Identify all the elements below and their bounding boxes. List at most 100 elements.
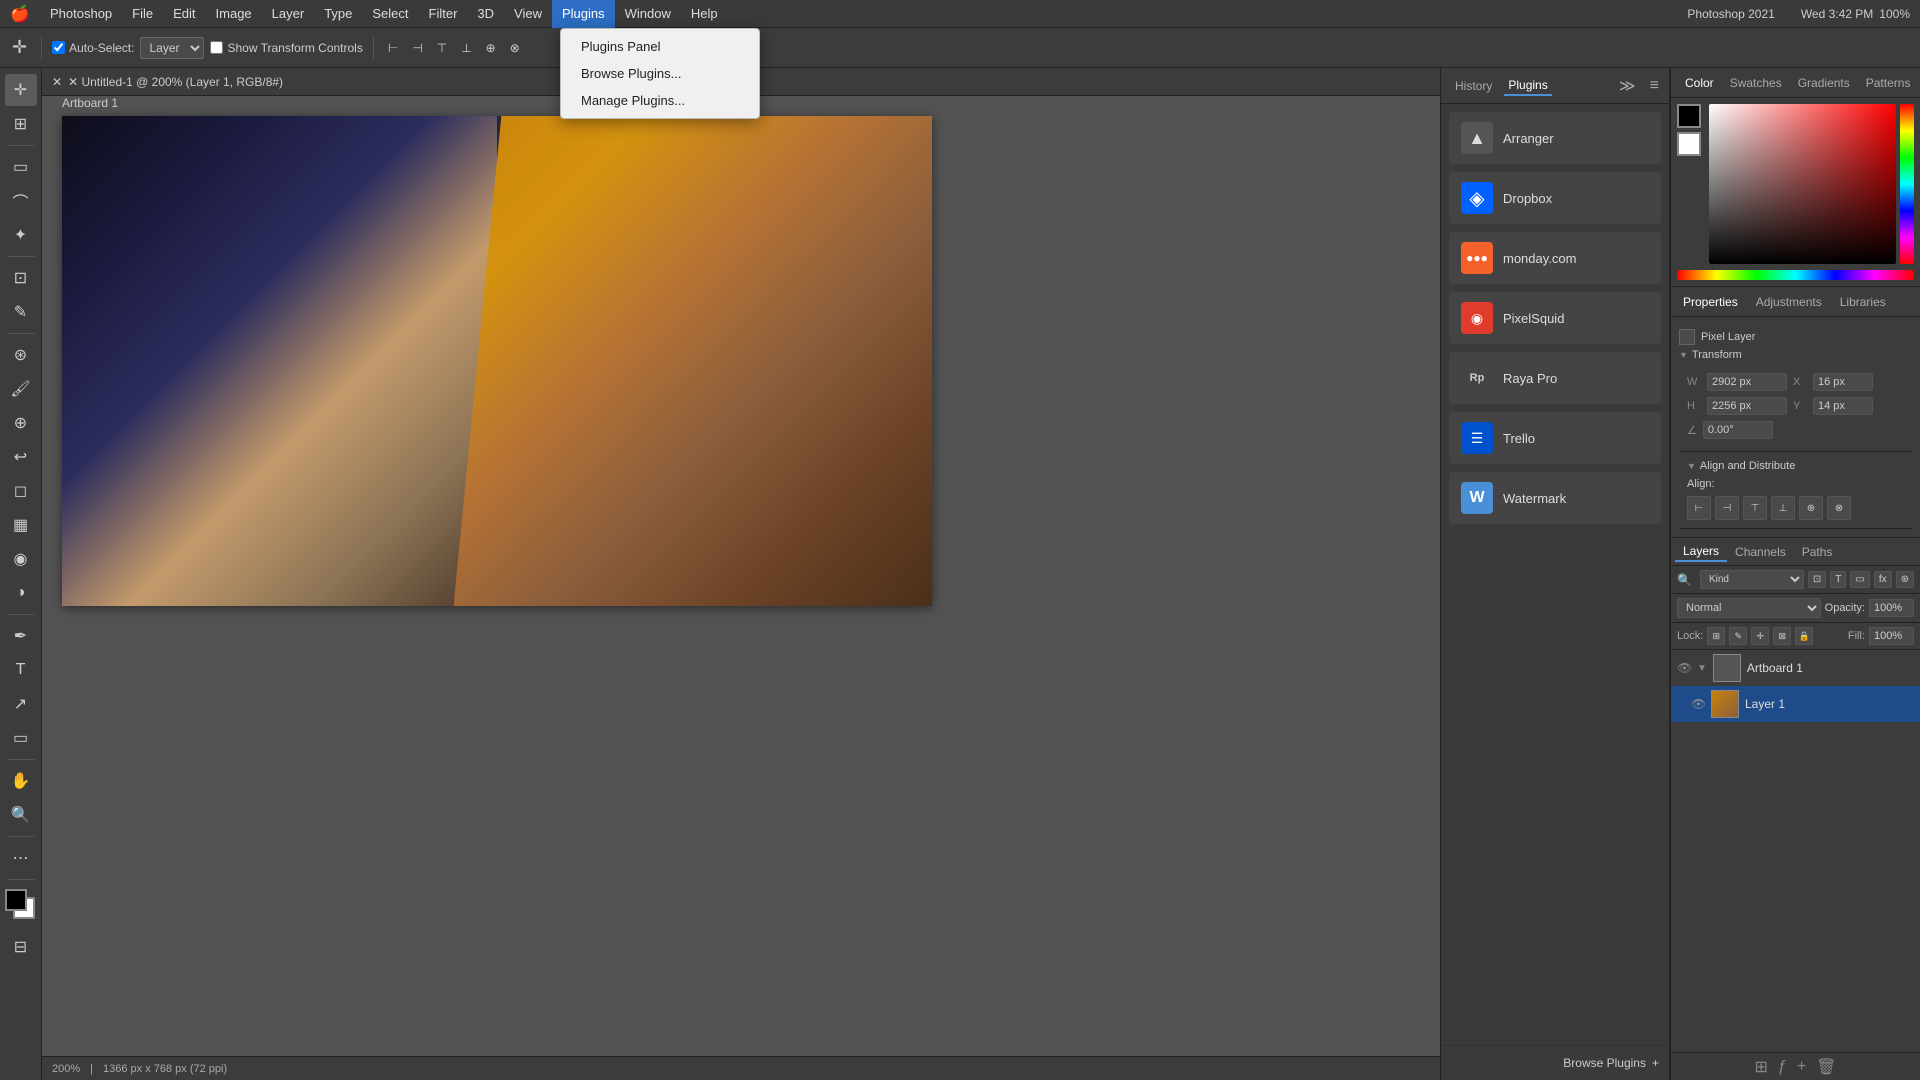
plugins-panel-tab[interactable]: Plugins bbox=[1504, 76, 1551, 96]
dropdown-manage-plugins[interactable]: Manage Plugins... bbox=[561, 87, 759, 114]
swatches-tab[interactable]: Swatches bbox=[1724, 74, 1788, 92]
eraser-tool[interactable]: ◻ bbox=[5, 475, 37, 507]
fg-color[interactable] bbox=[5, 889, 27, 911]
x-input[interactable] bbox=[1813, 373, 1873, 391]
menu-photoshop[interactable]: Photoshop bbox=[40, 0, 122, 28]
show-transform-checkbox[interactable] bbox=[210, 41, 223, 54]
lock-all-btn[interactable]: 🔒 bbox=[1795, 627, 1813, 645]
patterns-tab[interactable]: Patterns bbox=[1860, 74, 1917, 92]
screen-mode[interactable]: ⊟ bbox=[5, 931, 37, 963]
new-fill-btn[interactable]: ƒ bbox=[1778, 1058, 1787, 1076]
layer-kind-select[interactable]: Kind bbox=[1700, 570, 1804, 589]
align-top-btn[interactable]: ⊥ bbox=[457, 39, 475, 57]
move-tool-options[interactable]: ✛ bbox=[8, 35, 31, 60]
menu-image[interactable]: Image bbox=[206, 0, 262, 28]
history-brush-tool[interactable]: ↩ bbox=[5, 441, 37, 473]
color-gradient[interactable] bbox=[1709, 104, 1896, 264]
plugin-dropbox[interactable]: ◈ Dropbox bbox=[1449, 172, 1661, 224]
layer1-layer-row[interactable]: 👁 Layer 1 bbox=[1671, 686, 1920, 722]
plugin-watermark[interactable]: W Watermark bbox=[1449, 472, 1661, 524]
menu-view[interactable]: View bbox=[504, 0, 552, 28]
menu-select[interactable]: Select bbox=[362, 0, 418, 28]
artboard1-collapse-icon[interactable]: ▼ bbox=[1697, 663, 1707, 674]
dodge-tool[interactable]: ◑ bbox=[5, 577, 37, 609]
extra-tools[interactable]: ⋯ bbox=[5, 842, 37, 874]
hue-slider-horizontal[interactable] bbox=[1677, 270, 1914, 280]
menu-plugins[interactable]: Plugins bbox=[552, 0, 615, 28]
menu-help[interactable]: Help bbox=[681, 0, 728, 28]
w-input[interactable] bbox=[1707, 373, 1787, 391]
new-group-btn[interactable]: ⊞ bbox=[1755, 1057, 1768, 1077]
dropdown-plugins-panel[interactable]: Plugins Panel bbox=[561, 33, 759, 60]
delete-layer-btn[interactable]: 🗑 bbox=[1816, 1057, 1836, 1077]
gradients-tab[interactable]: Gradients bbox=[1792, 74, 1856, 92]
plugin-rayapro[interactable]: Rp Raya Pro bbox=[1449, 352, 1661, 404]
browse-plugins-btn[interactable]: Browse Plugins + bbox=[1441, 1045, 1669, 1080]
layers-tab[interactable]: Layers bbox=[1675, 542, 1727, 562]
align-bottom-edge[interactable]: ⊗ bbox=[1827, 496, 1851, 520]
auto-select-checkbox[interactable] bbox=[52, 41, 65, 54]
align-distribute-header[interactable]: Align and Distribute bbox=[1687, 460, 1904, 472]
y-input[interactable] bbox=[1813, 397, 1873, 415]
canvas-content[interactable]: Artboard 1 bbox=[42, 96, 1440, 1080]
dropdown-browse-plugins[interactable]: Browse Plugins... bbox=[561, 60, 759, 87]
hue-slider-vertical[interactable] bbox=[1900, 104, 1914, 264]
align-middle-btn[interactable]: ⊕ bbox=[482, 39, 500, 57]
pen-tool[interactable]: ✒ bbox=[5, 620, 37, 652]
lasso-tool[interactable]: ⌒ bbox=[5, 185, 37, 217]
artboard1-visibility[interactable]: 👁 bbox=[1677, 661, 1691, 675]
artboard-tool[interactable]: ⊞ bbox=[5, 108, 37, 140]
plugin-arranger[interactable]: ▲ Arranger bbox=[1449, 112, 1661, 164]
gradient-tool[interactable]: ▦ bbox=[5, 509, 37, 541]
eyedropper-tool[interactable]: ✎ bbox=[5, 296, 37, 328]
menu-window[interactable]: Window bbox=[615, 0, 681, 28]
panel-collapse-btn[interactable]: ≫ bbox=[1619, 76, 1636, 96]
hand-tool[interactable]: ✋ bbox=[5, 765, 37, 797]
channels-tab[interactable]: Channels bbox=[1727, 543, 1794, 561]
paths-tab[interactable]: Paths bbox=[1794, 543, 1841, 561]
menu-type[interactable]: Type bbox=[314, 0, 362, 28]
color-tab[interactable]: Color bbox=[1679, 74, 1720, 92]
zoom-tool[interactable]: 🔍 bbox=[5, 799, 37, 831]
artboard1-layer-row[interactable]: 👁 ▼ Artboard 1 bbox=[1671, 650, 1920, 686]
path-selection-tool[interactable]: ↗ bbox=[5, 688, 37, 720]
menu-edit[interactable]: Edit bbox=[163, 0, 205, 28]
properties-tab[interactable]: Properties bbox=[1675, 293, 1746, 311]
background-color-box[interactable] bbox=[1677, 132, 1701, 156]
blur-tool[interactable]: ◉ bbox=[5, 543, 37, 575]
apple-menu[interactable]: 🍎 bbox=[0, 4, 40, 24]
lock-artboard-btn[interactable]: ⊠ bbox=[1773, 627, 1791, 645]
opacity-input[interactable] bbox=[1869, 599, 1914, 617]
color-swatches[interactable] bbox=[5, 889, 37, 921]
libraries-tab[interactable]: Libraries bbox=[1832, 293, 1894, 311]
foreground-color-box[interactable] bbox=[1677, 104, 1701, 128]
plugin-monday[interactable]: ●●● monday.com bbox=[1449, 232, 1661, 284]
auto-select-dropdown[interactable]: Layer Group bbox=[140, 37, 204, 59]
menu-layer[interactable]: Layer bbox=[262, 0, 315, 28]
crop-tool[interactable]: ⊡ bbox=[5, 262, 37, 294]
spot-heal-tool[interactable]: ⊛ bbox=[5, 339, 37, 371]
align-bottom-btn[interactable]: ⊗ bbox=[506, 39, 524, 57]
history-panel-tab[interactable]: History bbox=[1451, 77, 1496, 95]
align-top-edge[interactable]: ⊥ bbox=[1771, 496, 1795, 520]
align-v-center[interactable]: ⊕ bbox=[1799, 496, 1823, 520]
h-input[interactable] bbox=[1707, 397, 1787, 415]
layer-pixel-filter[interactable]: ⊡ bbox=[1808, 571, 1826, 588]
menu-filter[interactable]: Filter bbox=[419, 0, 468, 28]
layer-text-filter[interactable]: T bbox=[1830, 571, 1846, 588]
menu-file[interactable]: File bbox=[122, 0, 163, 28]
stamp-tool[interactable]: ⊕ bbox=[5, 407, 37, 439]
menu-3d[interactable]: 3D bbox=[467, 0, 504, 28]
align-right-btn[interactable]: ⊤ bbox=[433, 39, 451, 57]
magic-wand-tool[interactable]: ✦ bbox=[5, 219, 37, 251]
adjustments-tab[interactable]: Adjustments bbox=[1748, 293, 1830, 311]
marquee-tool[interactable]: ▭ bbox=[5, 151, 37, 183]
shape-tool[interactable]: ▭ bbox=[5, 722, 37, 754]
align-left-btn[interactable]: ⊢ bbox=[384, 39, 402, 57]
blend-mode-select[interactable]: Normal Multiply Screen bbox=[1677, 598, 1821, 618]
plugin-trello[interactable]: ☰ Trello bbox=[1449, 412, 1661, 464]
text-tool[interactable]: T bbox=[5, 654, 37, 686]
canvas-tab-close[interactable]: ✕ bbox=[52, 75, 62, 89]
layer-smart-filter[interactable]: ⊛ bbox=[1896, 571, 1914, 588]
align-left-edge[interactable]: ⊢ bbox=[1687, 496, 1711, 520]
